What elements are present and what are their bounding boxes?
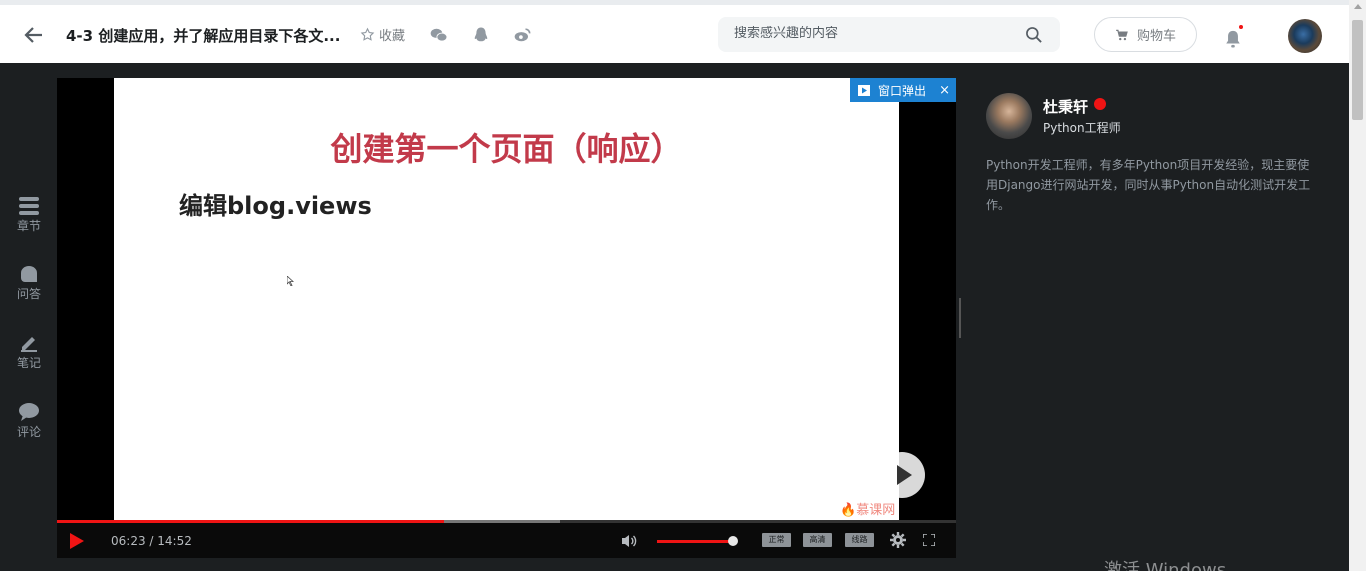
- sidebar-label: 问答: [16, 287, 41, 301]
- qa-icon: [21, 266, 37, 282]
- search-input[interactable]: [734, 26, 1014, 41]
- sidebar-label: 评论: [16, 425, 41, 439]
- close-icon[interactable]: ×: [939, 83, 950, 98]
- activate-windows-watermark: 激活 Windows: [1104, 560, 1227, 571]
- weibo-icon[interactable]: [513, 25, 533, 45]
- teacher-description: Python开发工程师，有多年Python项目开发经验，现主要使用Django进…: [986, 158, 1311, 212]
- video-player[interactable]: 创建第一个页面（响应） 编辑blog.views 🔥慕课网 窗口弹出 × 06:…: [57, 78, 956, 558]
- note-icon: [21, 337, 37, 352]
- sidebar-item-comments[interactable]: 评论: [10, 403, 48, 440]
- teacher-badge-icon: [1094, 98, 1106, 110]
- sidebar-item-notes[interactable]: 笔记: [10, 334, 48, 371]
- cart-label: 购物车: [1136, 29, 1176, 44]
- chapter-icon: [19, 197, 39, 215]
- page-scrollbar[interactable]: [1349, 0, 1366, 571]
- notification-bell-icon[interactable]: [1224, 29, 1242, 49]
- sidebar-item-chapter[interactable]: 章节: [10, 197, 48, 234]
- volume-knob[interactable]: [728, 536, 738, 546]
- panel-resize-handle[interactable]: [959, 298, 961, 338]
- user-avatar[interactable]: [1288, 19, 1322, 53]
- cart-icon: [1116, 29, 1128, 40]
- big-play-button[interactable]: [879, 452, 925, 498]
- watermark-logo: 🔥慕课网: [840, 503, 896, 518]
- volume-slider[interactable]: [657, 540, 733, 543]
- star-icon: [360, 27, 375, 41]
- line-select-button[interactable]: 线路: [845, 533, 874, 547]
- lesson-title: 4-3 创建应用，并了解应用目录下各文...: [66, 27, 341, 45]
- favorite-button[interactable]: 收藏: [360, 25, 405, 44]
- player-controls: 06:23 / 14:52 正常 高清 线路: [57, 523, 956, 558]
- scroll-up-arrow-icon[interactable]: [1354, 4, 1362, 9]
- top-header: 4-3 创建应用，并了解应用目录下各文... 收藏 购物车: [0, 0, 1349, 63]
- gear-icon[interactable]: [890, 532, 906, 548]
- volume-icon[interactable]: [621, 533, 637, 549]
- cart-button[interactable]: 购物车: [1094, 17, 1197, 52]
- video-frame: 创建第一个页面（响应） 编辑blog.views 🔥慕课网: [114, 78, 899, 520]
- qq-icon[interactable]: [471, 25, 491, 45]
- sidebar-label: 章节: [16, 219, 41, 233]
- mouse-cursor-icon: [287, 276, 295, 286]
- comment-icon: [19, 403, 39, 421]
- play-icon: [897, 465, 912, 485]
- popout-label: 窗口弹出: [878, 83, 927, 98]
- teacher-name[interactable]: 杜秉轩: [1043, 96, 1088, 117]
- favorite-label: 收藏: [379, 29, 406, 44]
- wechat-icon[interactable]: [429, 25, 449, 45]
- fullscreen-icon[interactable]: [923, 534, 935, 546]
- sidebar-item-qa[interactable]: 问答: [10, 265, 48, 302]
- notification-dot: [1239, 25, 1243, 29]
- play-button-icon[interactable]: [69, 532, 85, 550]
- teacher-avatar[interactable]: [986, 93, 1032, 139]
- sidebar-label: 笔记: [16, 356, 41, 370]
- scrollbar-thumb[interactable]: [1352, 20, 1363, 120]
- quality-normal-button[interactable]: 正常: [762, 533, 791, 547]
- teacher-title: Python工程师: [1043, 121, 1121, 135]
- slide-subtitle: 编辑blog.views: [179, 192, 372, 220]
- quality-hd-button[interactable]: 高清: [803, 533, 832, 547]
- back-arrow-icon[interactable]: [22, 23, 46, 47]
- search-box: [718, 17, 1060, 52]
- search-icon[interactable]: [1024, 25, 1044, 45]
- slide-title: 创建第一个页面（响应）: [330, 130, 683, 168]
- popout-icon: [858, 84, 870, 96]
- popout-window-button[interactable]: 窗口弹出 ×: [850, 78, 956, 102]
- time-display: 06:23 / 14:52: [111, 534, 192, 548]
